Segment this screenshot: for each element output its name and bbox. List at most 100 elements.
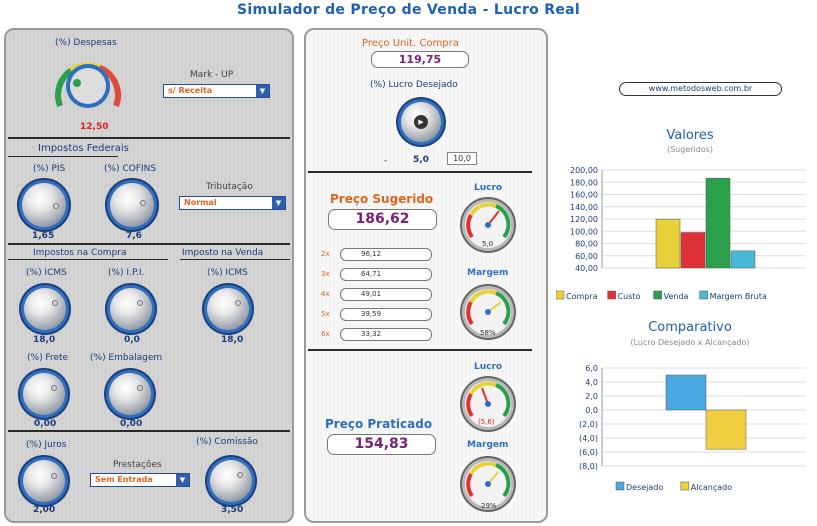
legend-swatch: [607, 290, 616, 300]
y-tick-label: 2,0: [585, 392, 598, 401]
legend-label: Custo: [618, 292, 641, 301]
pis-knob[interactable]: [22, 183, 66, 227]
divider: [8, 259, 168, 260]
y-tick-label: 80,00: [575, 240, 598, 249]
despesas-dial[interactable]: [50, 48, 126, 118]
y-tick-label: 40,00: [575, 264, 598, 273]
markup-select[interactable]: s/ Receita ▼: [163, 84, 270, 98]
divider: [180, 259, 290, 260]
valores-chart-title: Valores: [666, 128, 714, 143]
prestacoes-select[interactable]: Sem Entrada ▼: [90, 473, 190, 487]
preco-praticado-field[interactable]: 154,83: [327, 434, 436, 455]
imposto-venda-heading: Imposto na Venda: [182, 248, 264, 258]
icms-venda-knob[interactable]: [207, 288, 249, 330]
preco-sugerido-label: Preço Sugerido: [330, 192, 434, 206]
margem-gauge-value-1: 58%: [480, 329, 496, 337]
comissao-value: 3,50: [221, 505, 244, 515]
parcela-count: 3x: [321, 270, 330, 278]
legend-swatch: [653, 290, 662, 300]
divider: [308, 349, 532, 351]
y-tick-label: 160,00: [570, 191, 598, 200]
preco-compra-field[interactable]: 119,75: [371, 51, 469, 68]
legend-label: Compra: [566, 292, 598, 301]
parcela-value: 39,59: [340, 308, 432, 321]
markup-select-value: s/ Receita: [168, 86, 213, 95]
tributacao-select-value: Normal: [184, 198, 217, 207]
ipi-label: (%) I.P.I.: [108, 268, 145, 278]
y-tick-label: 6,0: [585, 364, 598, 373]
legend-label: Alcançado: [691, 483, 732, 492]
y-tick-label: 180,00: [570, 178, 598, 187]
y-tick-label: 60,00: [575, 252, 598, 261]
comissao-knob[interactable]: [210, 460, 252, 502]
lucro-desejado-value: 5,0: [413, 155, 429, 165]
y-tick-label: (8,0): [579, 462, 598, 471]
cofins-label: (%) COFINS: [104, 164, 157, 174]
frete-label: (%) Frete: [27, 353, 69, 363]
frete-value: 0,00: [34, 419, 57, 429]
juros-value: 2,00: [33, 505, 56, 515]
despesas-label: (%) Despesas: [55, 38, 117, 48]
preco-praticado-label: Preço Praticado: [325, 417, 433, 431]
chevron-down-icon: ▼: [176, 474, 189, 486]
embalagem-label: (%) Embalagem: [90, 353, 163, 363]
icms-venda-value: 18,0: [221, 335, 244, 345]
bar-compra: [655, 218, 681, 269]
parcela-count: 2x: [321, 250, 330, 258]
bar-custo: [680, 232, 706, 269]
divider: [8, 243, 290, 245]
parcela-count: 6x: [321, 330, 330, 338]
legend-label: Venda: [664, 292, 689, 301]
icms-compra-value: 18,0: [33, 335, 56, 345]
icms-compra-knob[interactable]: [24, 288, 66, 330]
lucro-desejado-knob[interactable]: ▶: [401, 102, 441, 142]
ipi-knob[interactable]: [110, 288, 152, 330]
margem-gauge-label-1: Margem: [467, 268, 509, 278]
bar-alcançado: [705, 409, 747, 450]
y-tick-label: (6,0): [579, 448, 598, 457]
lucro-desejado-dash: -: [384, 156, 388, 166]
website-link[interactable]: www.metodosweb.com.br: [619, 82, 782, 96]
y-tick-label: (2,0): [579, 420, 598, 429]
comissao-label: (%) Comissão: [196, 437, 258, 447]
cofins-knob[interactable]: [110, 183, 154, 227]
parcela-value: 96,12: [340, 248, 432, 261]
legend-label: Margem Bruta: [710, 292, 767, 301]
y-tick-label: 120,00: [570, 215, 598, 224]
lucro-gauge-label-2: Lucro: [474, 362, 503, 372]
chevron-down-icon: ▼: [272, 197, 285, 209]
parcela-value: 33,32: [340, 328, 432, 341]
prestacoes-select-value: Sem Entrada: [95, 475, 153, 484]
margem-gauge-label-2: Margem: [467, 440, 509, 450]
comparativo-chart: 6,0 4,0 2,0 0,0 (2,0) (4,0) (6,0) (8,0) Desejado…: [579, 364, 806, 492]
tributacao-select[interactable]: Normal ▼: [179, 196, 286, 210]
y-tick-label: (4,0): [579, 434, 598, 443]
parcela-count: 4x: [321, 290, 330, 298]
parcela-value: 49,01: [340, 288, 432, 301]
divider: [8, 430, 290, 432]
bar-desejado: [665, 374, 707, 411]
comparativo-chart-subtitle: (Lucro Desejado x Alcançado): [630, 338, 750, 347]
play-icon: ▶: [414, 115, 428, 129]
valores-chart: 200,00 180,00 160,00 140,00 120,00 100,00 80,0…: [556, 166, 806, 301]
legend-swatch: [699, 290, 708, 300]
embalagem-knob[interactable]: [109, 373, 151, 415]
impostos-compra-heading: Impostos na Compra: [33, 248, 127, 258]
juros-label: (%) Juros: [26, 440, 67, 450]
pis-value: 1,65: [32, 231, 55, 241]
prestacoes-label: Prestações: [113, 460, 162, 470]
simulator-app: Simulador de Preço de Venda - Lucro Real…: [0, 0, 817, 526]
divider: [8, 137, 290, 139]
markup-label: Mark - UP: [190, 70, 234, 80]
y-tick-label: 0,0: [585, 406, 598, 415]
legend-swatch: [556, 290, 565, 300]
lucro-desejado-input[interactable]: 10,0: [447, 152, 477, 165]
juros-knob[interactable]: [23, 460, 65, 502]
bar-margem-bruta: [730, 250, 756, 269]
legend-swatch: [680, 481, 690, 491]
icms-compra-label: (%) ICMS: [26, 268, 67, 278]
despesas-dial-indicator: [73, 79, 81, 87]
frete-knob[interactable]: [23, 373, 65, 415]
lucro-gauge-value-2: (5,6): [478, 418, 495, 426]
legend-label: Desejado: [626, 483, 663, 492]
